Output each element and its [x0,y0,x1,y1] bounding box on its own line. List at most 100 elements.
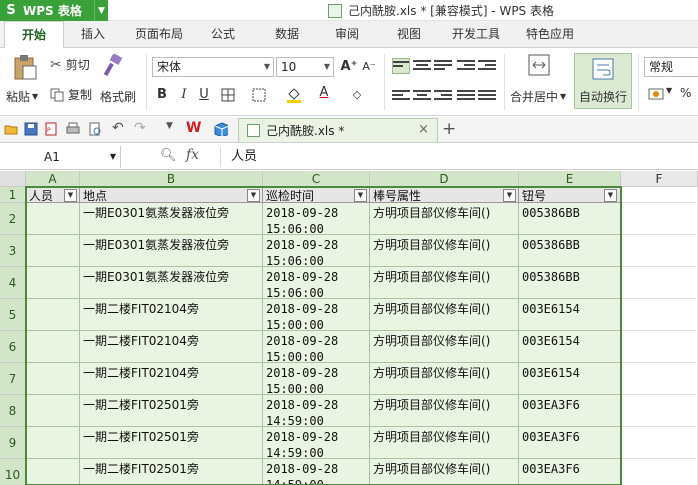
cell-inspection-time[interactable]: 2018-09-28 15:00:00 [263,363,370,395]
cell-button-id[interactable]: 005386BB [519,203,621,235]
column-header-a[interactable]: A [26,171,80,187]
row-header-8[interactable]: 8 [0,395,26,427]
save-icon[interactable] [24,122,38,136]
grid-cell[interactable] [621,363,698,395]
cell-stick-attribute[interactable]: 方明项目部仪修车间() [370,395,519,427]
close-icon[interactable]: × [418,122,429,137]
row-header-3[interactable]: 3 [0,235,26,267]
indent-decrease-icon[interactable] [457,58,475,74]
cell-stick-attribute[interactable]: 方明项目部仪修车间() [370,331,519,363]
cell-stick-attribute[interactable]: 方明项目部仪修车间() [370,267,519,299]
italic-button[interactable]: I [175,86,193,104]
cell-button-id[interactable]: 003EA3F6 [519,427,621,459]
row-header-6[interactable]: 6 [0,331,26,363]
grid-cell[interactable] [621,187,698,203]
fill-color-icon[interactable] [285,86,303,104]
zoom-search-icon[interactable]: 🔍︎ [160,148,177,163]
tab-review[interactable]: 审阅 [322,21,372,48]
justify-icon[interactable] [457,88,475,104]
chevron-down-icon[interactable]: ▼ [666,86,672,95]
cell-inspection-time[interactable]: 2018-09-28 15:00:00 [263,331,370,363]
column-header-b[interactable]: B [80,171,263,187]
grid-cell[interactable] [621,427,698,459]
tab-formulas[interactable]: 公式 [198,21,248,48]
cell-location[interactable]: 一期E0301氨蒸发器液位旁 [80,203,263,235]
cut-button[interactable]: ✂ 剪切 [50,56,90,73]
cell-button-id[interactable]: 003EA3F6 [519,395,621,427]
cell-inspection-time[interactable]: 2018-09-28 14:59:00 [263,395,370,427]
bold-button[interactable]: B [153,86,171,104]
filter-dropdown-icon[interactable]: ▼ [503,189,516,202]
cell-person[interactable] [26,203,80,235]
customize-qat-icon[interactable]: ▼ [166,121,180,135]
cell-stick-attribute[interactable]: 方明项目部仪修车间() [370,299,519,331]
open-folder-icon[interactable] [4,122,18,136]
tab-view[interactable]: 视图 [384,21,434,48]
select-all-corner[interactable] [0,171,26,187]
cell-location[interactable]: 一期E0301氨蒸发器液位旁 [80,235,263,267]
cell-stick-attribute[interactable]: 方明项目部仪修车间() [370,203,519,235]
cell-button-id[interactable]: 003E6154 [519,363,621,395]
table-header-cell[interactable]: 巡检时间 ▼ [263,187,370,203]
align-center-icon[interactable] [413,88,431,104]
cell-location[interactable]: 一期二楼FIT02501旁 [80,427,263,459]
cell-person[interactable] [26,331,80,363]
cell-button-id[interactable]: 003E6154 [519,331,621,363]
borders-icon[interactable] [221,88,235,102]
number-format-select[interactable]: 常规 [644,57,698,77]
distributed-icon[interactable] [478,88,496,104]
wps-docer-icon[interactable]: W [186,120,204,136]
font-size-select[interactable]: 10 ▼ [276,57,334,77]
app-menu-button[interactable]: S WPS 表格 ▼ [0,0,108,21]
row-header-10[interactable]: 10 [0,459,26,485]
cell-button-id[interactable]: 005386BB [519,235,621,267]
cell-stick-attribute[interactable]: 方明项目部仪修车间() [370,459,519,485]
table-header-cell[interactable]: 人员 ▼ [26,187,80,203]
cell-stick-attribute[interactable]: 方明项目部仪修车间() [370,235,519,267]
column-header-e[interactable]: E [519,171,621,187]
cell-inspection-time[interactable]: 2018-09-28 15:06:00 [263,203,370,235]
document-tab[interactable]: 己内酰胺.xls * × [238,118,438,142]
font-name-select[interactable]: 宋体 ▼ [152,57,274,77]
table-header-cell[interactable]: 地点 ▼ [80,187,263,203]
indent-increase-icon[interactable] [478,58,496,74]
cell-button-id[interactable]: 003E6154 [519,299,621,331]
cell-location[interactable]: 一期二楼FIT02501旁 [80,395,263,427]
redo-icon[interactable]: ↷ [134,120,148,136]
row-header-9[interactable]: 9 [0,427,26,459]
cell-person[interactable] [26,235,80,267]
column-header-d[interactable]: D [370,171,519,187]
cell-inspection-time[interactable]: 2018-09-28 15:00:00 [263,299,370,331]
cell-inspection-time[interactable]: 2018-09-28 14:59:00 [263,459,370,485]
spreadsheet-grid[interactable]: A B C D E F 1 2 3 4 5 6 7 8 9 10 人员 ▼ 地点 ▼… [0,171,698,485]
align-bottom-icon[interactable] [434,58,452,74]
tab-special-apps[interactable]: 特色应用 [516,21,584,48]
tab-data[interactable]: 数据 [262,21,312,48]
table-header-cell[interactable]: 棒号属性 ▼ [370,187,519,203]
align-left-icon[interactable] [392,88,410,104]
paste-button[interactable] [8,54,40,80]
formula-input[interactable]: 人员 [220,147,698,167]
row-header-4[interactable]: 4 [0,267,26,299]
cell-stick-attribute[interactable]: 方明项目部仪修车间() [370,363,519,395]
tab-page-layout[interactable]: 页面布局 [126,21,192,48]
percent-button[interactable]: % [680,86,691,100]
chevron-down-icon[interactable]: ▼ [94,0,108,21]
grid-cell[interactable] [621,459,698,485]
cell-button-id[interactable]: 005386BB [519,267,621,299]
grid-cell[interactable] [621,267,698,299]
insert-function-button[interactable]: fx [186,147,199,163]
align-right-icon[interactable] [434,88,452,104]
grid-cell[interactable] [621,299,698,331]
tab-developer[interactable]: 开发工具 [444,21,508,48]
underline-button[interactable]: U [195,86,213,104]
filter-dropdown-icon[interactable]: ▼ [247,189,260,202]
row-header-7[interactable]: 7 [0,363,26,395]
column-header-f[interactable]: F [621,171,698,187]
cell-style-icon[interactable] [252,88,266,102]
cell-location[interactable]: 一期二楼FIT02104旁 [80,331,263,363]
cell-person[interactable] [26,299,80,331]
filter-dropdown-icon[interactable]: ▼ [354,189,367,202]
print-icon[interactable] [66,122,80,136]
table-header-cell[interactable]: 钮号 ▼ [519,187,621,203]
